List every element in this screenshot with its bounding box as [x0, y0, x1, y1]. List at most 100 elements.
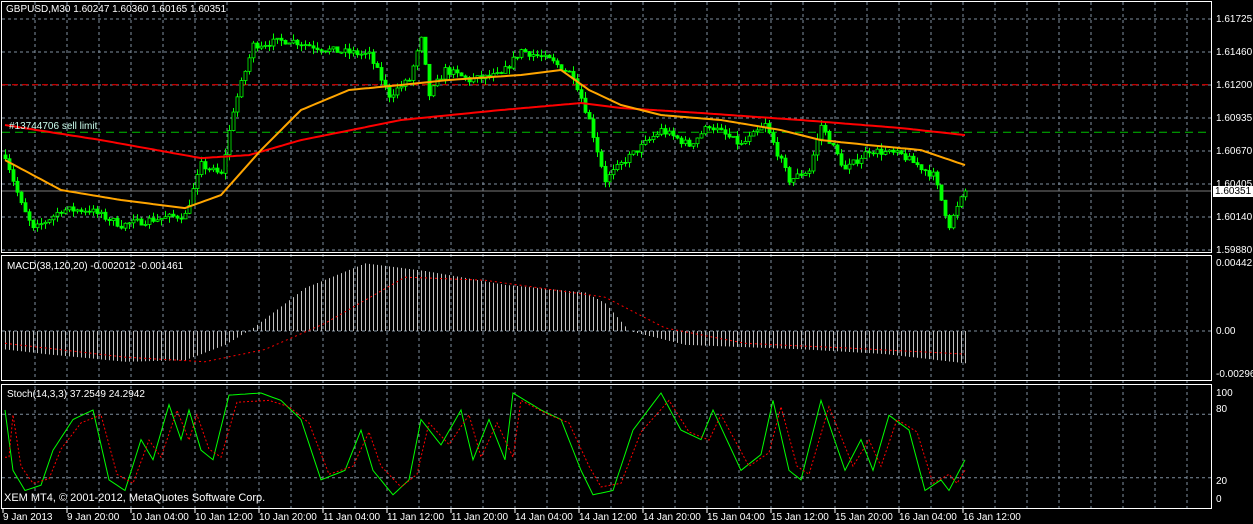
candle	[623, 161, 628, 164]
candle	[695, 137, 700, 145]
candle	[495, 72, 500, 74]
candle	[723, 129, 728, 135]
candle	[459, 72, 464, 77]
candle	[599, 151, 604, 167]
candle	[703, 126, 708, 135]
candle	[871, 152, 876, 155]
candle	[859, 157, 864, 164]
candle	[463, 75, 468, 78]
candle	[123, 222, 128, 229]
candle	[747, 135, 752, 142]
candle	[755, 129, 760, 133]
candle	[399, 86, 404, 89]
candle	[787, 167, 792, 183]
stoch-main-line	[4, 392, 966, 496]
macd-axis-min: -0.00296	[1216, 369, 1253, 380]
candle	[607, 174, 612, 183]
candle	[963, 190, 968, 198]
candle	[531, 54, 536, 57]
stoch-axis-20: 20	[1216, 476, 1228, 487]
candle	[47, 219, 52, 223]
candle	[43, 221, 48, 225]
candle	[19, 191, 24, 204]
candle	[547, 54, 552, 59]
candle	[175, 215, 180, 219]
candle	[87, 210, 92, 213]
candle	[259, 45, 264, 49]
candle	[355, 50, 360, 56]
candle	[627, 153, 632, 163]
candle	[831, 142, 836, 146]
candle	[839, 153, 844, 166]
candle	[7, 158, 12, 171]
candle	[851, 159, 856, 165]
candle	[543, 54, 548, 57]
candle	[451, 69, 456, 75]
candle	[815, 138, 820, 156]
candle	[227, 130, 232, 156]
candle	[279, 37, 284, 41]
candle	[503, 66, 508, 74]
candle	[943, 199, 948, 216]
candle	[231, 111, 236, 131]
candle	[307, 44, 312, 47]
candle	[271, 38, 276, 47]
candle	[675, 135, 680, 139]
candle	[251, 42, 256, 59]
candle	[375, 63, 380, 68]
candle	[103, 211, 108, 220]
candle	[947, 215, 952, 229]
candle	[383, 79, 388, 86]
candle	[167, 213, 172, 218]
candle	[867, 151, 872, 154]
candle	[55, 211, 60, 217]
candle	[303, 44, 308, 47]
candle	[199, 161, 204, 175]
candle	[611, 169, 616, 176]
time-axis-label: 15 Jan 12:00	[771, 512, 829, 523]
candle	[379, 67, 384, 81]
candle	[655, 133, 660, 137]
candle	[319, 49, 324, 52]
candle	[735, 135, 740, 145]
candle	[635, 150, 640, 153]
time-axis-label: 10 Jan 04:00	[131, 512, 189, 523]
price-axis-label: 1.61725	[1216, 14, 1253, 25]
candle	[219, 171, 224, 174]
candle	[955, 205, 960, 216]
candle	[283, 39, 288, 45]
candle	[211, 167, 216, 171]
candle	[275, 37, 280, 40]
candle	[191, 188, 196, 206]
chart-canvas[interactable]	[0, 0, 1253, 524]
candle	[687, 139, 692, 147]
candle	[347, 48, 352, 54]
candle	[679, 137, 684, 145]
candle	[919, 164, 924, 171]
candle	[751, 131, 756, 137]
macd-axis-max: 0.004421	[1216, 258, 1253, 269]
candle	[731, 135, 736, 138]
candle	[15, 180, 20, 193]
price-axis-label: 1.60140	[1216, 212, 1253, 223]
candle	[683, 139, 688, 145]
macd-panel-border	[1, 255, 1212, 381]
price-axis-label: 1.59880	[1216, 245, 1253, 256]
candle	[939, 184, 944, 201]
candle	[935, 171, 940, 186]
sell-limit-label[interactable]: #13744706 sell limit	[9, 121, 97, 132]
candle	[691, 143, 696, 147]
candle	[367, 51, 372, 54]
time-axis-label: 9 Jan 20:00	[67, 512, 120, 523]
candle	[235, 96, 240, 113]
candle	[707, 126, 712, 129]
candle	[135, 218, 140, 221]
time-axis-label: 14 Jan 04:00	[515, 512, 573, 523]
candle	[119, 225, 124, 229]
price-axis-label: 1.60935	[1216, 113, 1253, 124]
stoch-axis-80: 80	[1216, 404, 1228, 415]
candle	[951, 214, 956, 229]
candle	[591, 118, 596, 138]
candle	[583, 97, 588, 113]
stoch-panel-border	[1, 384, 1212, 509]
